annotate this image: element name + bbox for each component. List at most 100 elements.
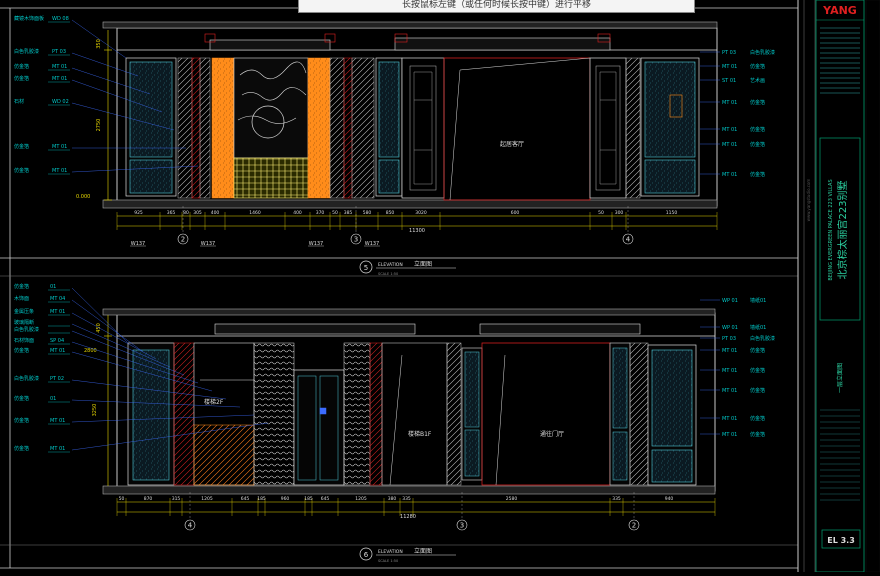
title-sheet-name: 一层立面图 xyxy=(836,363,844,393)
top-right-tag-text: 仿金箔 xyxy=(750,63,765,70)
top-dim-text: 3020 xyxy=(415,210,427,216)
bottom-right-tag-code: MT 01 xyxy=(722,432,737,438)
top-pilaster-4 xyxy=(329,57,345,199)
top-left-tag-text: 石材 xyxy=(14,98,24,105)
top-left-tag-code: MT 01 xyxy=(52,168,67,174)
top-right-tag-code: MT 01 xyxy=(722,142,737,148)
bottom-right-tag-text: 仿金箔 xyxy=(750,387,765,394)
top-right-tag-text: 艺术画 xyxy=(750,77,765,84)
top-room-label: 起居客厅 xyxy=(500,140,524,148)
bottom-dim-text: 960 xyxy=(281,496,290,502)
bottom-pilaster-1 xyxy=(173,342,195,486)
top-right-tag-text: 白色乳胶漆 xyxy=(750,49,775,56)
bottom-wood-panel-2 xyxy=(343,342,371,486)
top-left-tag-code: WD 02 xyxy=(52,99,69,105)
bottom-dim-text: 185 xyxy=(304,496,313,502)
cad-drawing-viewport[interactable]: 起居客厅 3 50 2750 0.000 藏镜木饰面板 WD 08 白色乳胶漆 PT 03 仿金箔… xyxy=(0,0,880,573)
top-axis-label: 3 xyxy=(354,236,358,244)
top-dim-text: 600 xyxy=(511,210,520,216)
top-left-tag-code: MT 01 xyxy=(52,64,67,70)
top-pilaster-5 xyxy=(343,57,353,199)
top-cabinet-right-lower xyxy=(644,159,696,194)
top-dim-text: 1460 xyxy=(249,210,261,216)
top-dim-text: 365 xyxy=(167,210,176,216)
bottom-left-tag-text: 仿金箔 xyxy=(14,395,29,402)
top-dim-text: 385 xyxy=(344,210,353,216)
title-web: www.yangstudio.com xyxy=(806,179,811,222)
top-left-tag-code: MT 01 xyxy=(52,76,67,82)
top-dim-text: 305 xyxy=(193,210,202,216)
bottom-dim-text: 1205 xyxy=(355,496,367,502)
bottom-dim-text: 335 xyxy=(612,496,621,502)
bottom-axis-label: 3 xyxy=(460,522,464,530)
bottom-axis-label: 4 xyxy=(188,522,193,530)
top-landscape-panel xyxy=(233,57,309,159)
bottom-left-tag-leader xyxy=(71,299,143,352)
bottom-stair-steps xyxy=(193,424,255,486)
top-elevation-number: 5 xyxy=(364,264,368,272)
bottom-right-tag-text: 白色乳胶漆 xyxy=(750,335,775,342)
bottom-right-tag-code: WP 01 xyxy=(722,325,738,331)
bottom-ceiling-slab xyxy=(102,308,716,316)
bottom-left-tag-text: 白色乳胶漆 xyxy=(14,326,39,333)
bottom-elevation-label-en: ELEVATION xyxy=(378,549,403,555)
bottom-dim-text: 1205 xyxy=(201,496,213,502)
top-pilaster-6 xyxy=(351,57,375,199)
top-left-tag-text: 白色乳胶漆 xyxy=(14,48,39,55)
top-dim-text: 50 xyxy=(332,210,338,216)
top-left-tag-text: 仿金箔 xyxy=(14,143,29,150)
title-edge-strip xyxy=(865,0,880,573)
bottom-left-tag-code: 01 xyxy=(50,396,56,402)
bottom-left-tag-text: 玻璃隔断 xyxy=(14,319,34,326)
bottom-right-tag-code: MT 01 xyxy=(722,388,737,394)
top-dim-text: 400 xyxy=(293,210,302,216)
bottom-narrow-cabinet-2-lower xyxy=(612,431,628,481)
bottom-right-tag-code: PT 03 xyxy=(722,336,736,342)
bottom-room-label-1: 楼梯2F xyxy=(204,398,224,406)
bottom-right-tag-code: MT 01 xyxy=(722,416,737,422)
bottom-left-tag-text: 仿金箔 xyxy=(14,347,29,354)
bottom-right-tag-text: 墙纸01 xyxy=(750,324,766,331)
top-ceiling-slab xyxy=(102,21,718,29)
top-right-tag-code: MT 01 xyxy=(722,100,737,106)
bottom-cornice-1 xyxy=(214,323,416,335)
bottom-height-text-2: 3250 xyxy=(92,404,98,417)
bottom-right-tag-text: 墙纸01 xyxy=(750,297,766,304)
bottom-floor-slab xyxy=(102,485,716,495)
top-cornice-1 xyxy=(209,39,331,51)
bottom-axis-label: 2 xyxy=(632,522,636,530)
bottom-right-tag-code: MT 01 xyxy=(722,368,737,374)
top-elevation-scale: SCALE 1:50 xyxy=(378,272,398,276)
bottom-right-tag-text: 仿金箔 xyxy=(750,367,765,374)
top-cabinet-mid-glass xyxy=(378,61,400,158)
top-dim-text: 370 xyxy=(316,210,325,216)
top-total-dim-text: 11300 xyxy=(409,228,425,234)
top-yellow-screen xyxy=(233,157,309,199)
top-right-tag-text: 仿金箔 xyxy=(750,141,765,148)
bottom-cabinet-right-lower xyxy=(651,449,693,483)
bottom-narrow-cabinet-2-glass xyxy=(612,347,628,429)
top-cabinet-left-glass xyxy=(129,61,173,158)
bottom-perspective-1 xyxy=(389,354,403,486)
top-dim-text: 580 xyxy=(363,210,372,216)
top-right-tag-code: PT 03 xyxy=(722,50,736,56)
bottom-room-label-2: 楼梯B1F xyxy=(408,430,432,438)
bottom-elevation-label-cn: 立面图 xyxy=(414,547,432,555)
title-brand: YANG xyxy=(822,4,857,17)
bottom-left-tag-code: MT 01 xyxy=(50,446,65,452)
bottom-pilaster-4 xyxy=(629,342,649,486)
top-gold-pilaster-left xyxy=(211,57,235,199)
top-height-text-2: 2750 xyxy=(96,119,102,132)
bottom-left-tag-code: SP 04 xyxy=(50,338,64,344)
bottom-left-tag-code: MT 01 xyxy=(50,309,65,315)
bottom-height-text-3: 2800 xyxy=(84,348,97,354)
top-right-tag-code: ST 01 xyxy=(722,78,736,84)
title-project-cn: 北京棕太丽宫223别墅 xyxy=(836,180,849,279)
top-dim-text: 80 xyxy=(183,210,189,216)
cad-drawing-canvas[interactable]: 起居客厅 3 50 2750 0.000 藏镜木饰面板 WD 08 白色乳胶漆 PT 03 仿金箔… xyxy=(0,0,880,573)
top-door-right xyxy=(589,57,627,199)
top-dim-text: 850 xyxy=(386,210,395,216)
title-block-frame xyxy=(815,0,865,573)
bottom-right-tag-code: WP 01 xyxy=(722,298,738,304)
top-door-left xyxy=(401,57,445,199)
